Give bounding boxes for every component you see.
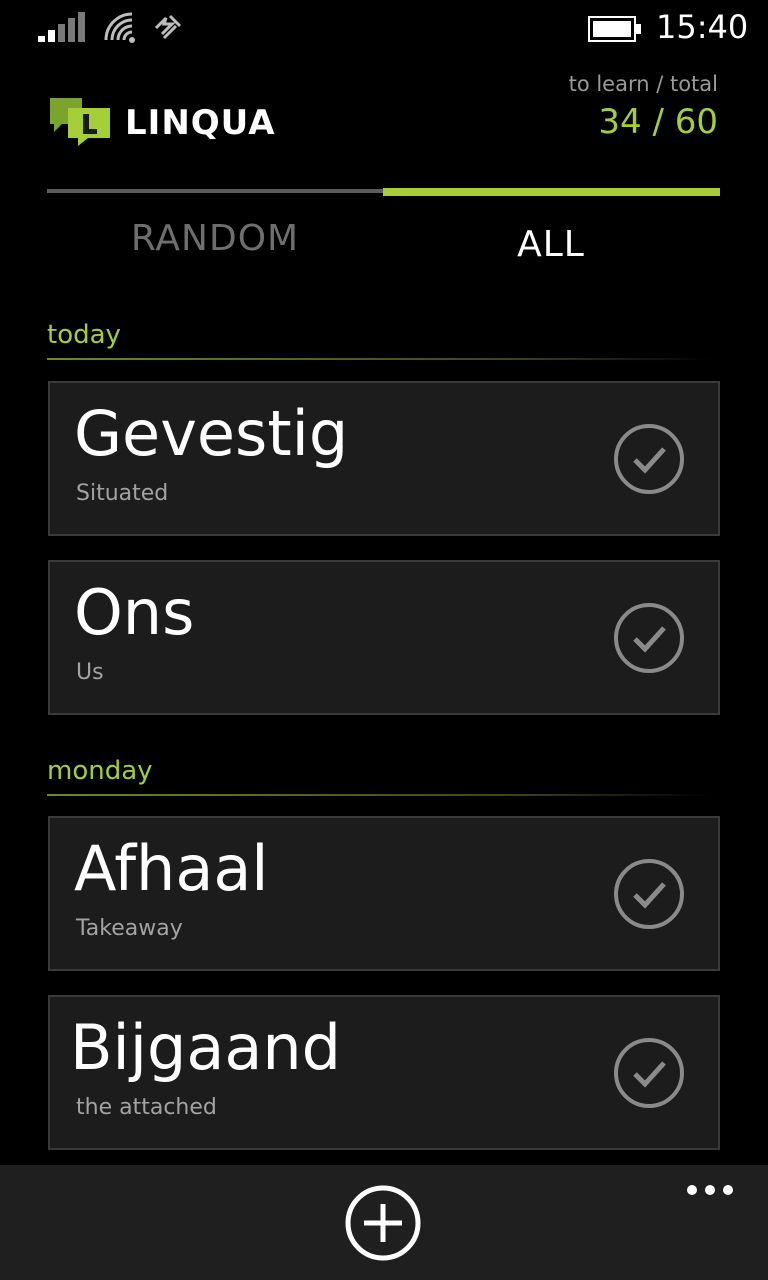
translation-text: the attached [76,1095,217,1120]
battery-icon [588,16,641,42]
tab-random[interactable]: RANDOM [47,218,383,259]
signal-icon [38,12,85,42]
counter-label: to learn / total [568,72,718,96]
data-icon [154,14,182,40]
check-circle-icon[interactable] [613,1037,685,1109]
word-text: Ons [74,576,195,649]
status-bar: 15:40 [0,0,768,56]
app-bar [0,1165,768,1280]
word-text: Afhaal [74,832,269,905]
word-card[interactable]: Bijgaand the attached [48,995,720,1150]
clock: 15:40 [656,8,749,46]
section-divider [47,794,712,796]
check-circle-icon[interactable] [613,858,685,930]
check-circle-icon[interactable] [613,423,685,495]
counter-value: 34 / 60 [598,102,718,142]
word-card[interactable]: Ons Us [48,560,720,715]
check-circle-icon[interactable] [613,602,685,674]
section-divider [47,358,712,360]
tab-indicator-all [383,188,720,196]
word-text: Gevestig [74,397,349,470]
tab-all[interactable]: ALL [383,224,719,265]
add-icon[interactable] [344,1184,422,1262]
word-card[interactable]: Afhaal Takeaway [48,816,720,971]
wifi-icon [104,12,135,43]
translation-text: Situated [76,481,169,506]
word-card[interactable]: Gevestig Situated [48,381,720,536]
app-title: LINQUA [125,103,276,143]
section-heading-monday: monday [47,756,153,786]
more-ellipsis-icon[interactable] [686,1183,734,1197]
word-text: Bijgaand [70,1011,341,1084]
linqua-logo-icon [50,98,110,146]
translation-text: Takeaway [76,916,183,941]
translation-text: Us [76,660,104,685]
section-heading-today: today [47,320,121,350]
tab-indicator-random [47,189,383,193]
